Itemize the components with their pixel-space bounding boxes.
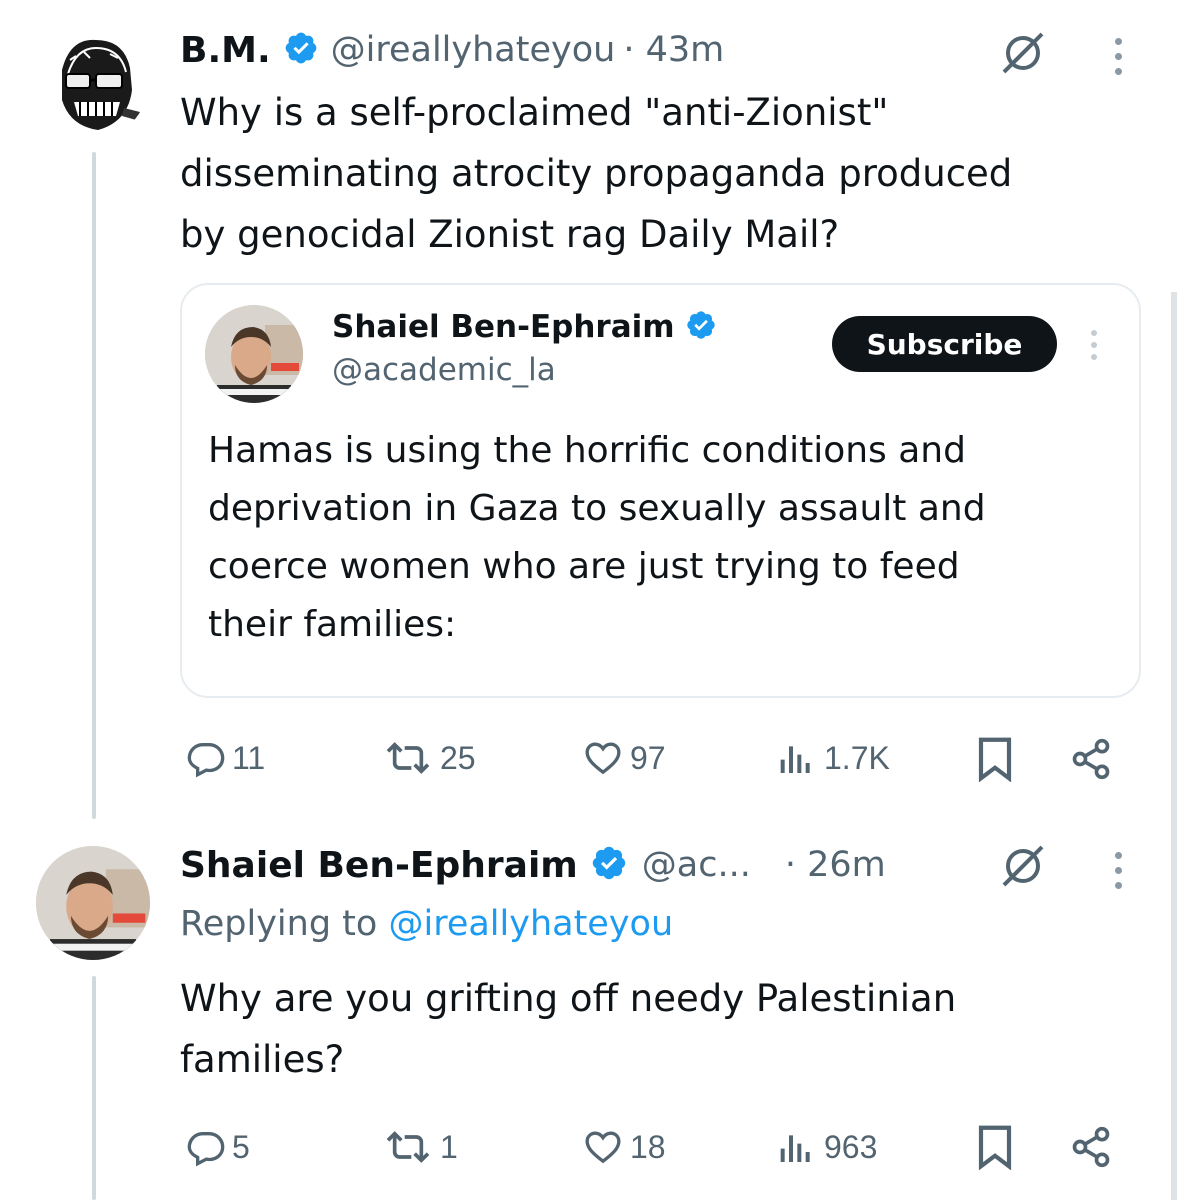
more-icon[interactable] bbox=[1115, 852, 1123, 897]
share-icon bbox=[1072, 1126, 1110, 1168]
views-icon bbox=[780, 1135, 810, 1162]
repost-button[interactable]: 1 bbox=[382, 1127, 458, 1167]
reply-icon bbox=[187, 743, 225, 778]
quote-text-line: coerce women who are just trying to feed bbox=[208, 546, 960, 587]
share-icon bbox=[1072, 738, 1110, 780]
tweet-text-line: Why are you grifting off needy Palestini… bbox=[180, 977, 957, 1020]
avatar-shaiel[interactable] bbox=[36, 846, 150, 960]
views-icon bbox=[780, 746, 810, 773]
views-count: 963 bbox=[824, 1128, 878, 1165]
bookmark-icon bbox=[978, 737, 1012, 782]
subscribe-button[interactable]: Subscribe bbox=[832, 316, 1057, 372]
reply-button[interactable]: 5 bbox=[186, 1127, 250, 1167]
like-icon bbox=[585, 742, 621, 775]
tweet-text: Why is a self-proclaimed "anti-Zionist" … bbox=[180, 82, 1150, 265]
author-handle[interactable]: @ac... bbox=[642, 845, 751, 885]
tweet-text-line: families? bbox=[180, 1038, 345, 1081]
repost-icon bbox=[386, 1131, 430, 1163]
tweet-text-line: by genocidal Zionist rag Daily Mail? bbox=[180, 213, 840, 256]
tweet-text: Why are you grifting off needy Palestini… bbox=[180, 968, 1150, 1090]
verified-badge-icon bbox=[283, 30, 319, 70]
quote-avatar[interactable] bbox=[205, 305, 303, 403]
share-button[interactable] bbox=[1068, 737, 1114, 781]
thread-line bbox=[92, 976, 96, 1200]
reply-button[interactable]: 11 bbox=[186, 738, 265, 778]
timestamp[interactable]: · 26m bbox=[785, 845, 886, 885]
like-button[interactable]: 18 bbox=[582, 1127, 666, 1167]
skull-avatar-image bbox=[42, 32, 146, 136]
like-count: 18 bbox=[630, 1128, 666, 1165]
verified-badge-icon bbox=[590, 844, 628, 886]
grok-icon[interactable] bbox=[998, 28, 1048, 82]
quote-text-line: their families: bbox=[208, 604, 457, 645]
author-name[interactable]: Shaiel Ben-Ephraim bbox=[180, 845, 578, 886]
tweet-text-line: Why is a self-proclaimed "anti-Zionist" bbox=[180, 91, 889, 134]
quote-handle[interactable]: @academic_la bbox=[332, 352, 556, 388]
reply-icon bbox=[187, 1132, 225, 1167]
verified-badge-icon bbox=[685, 309, 717, 345]
quote-header: Shaiel Ben-Ephraim bbox=[332, 306, 717, 348]
replying-to: Replying to @ireallyhateyou bbox=[180, 904, 673, 944]
tweet-header: B.M. @ireallyhateyou · 43m bbox=[180, 24, 724, 76]
quote-text: Hamas is using the horrific conditions a… bbox=[208, 422, 1128, 654]
timestamp[interactable]: · 43m bbox=[623, 30, 724, 70]
like-button[interactable]: 97 bbox=[582, 738, 666, 778]
more-icon[interactable] bbox=[1091, 330, 1099, 368]
repost-count: 1 bbox=[440, 1128, 458, 1165]
thread-line bbox=[92, 152, 96, 819]
quote-author-name[interactable]: Shaiel Ben-Ephraim bbox=[332, 309, 675, 345]
repost-count: 25 bbox=[440, 739, 476, 776]
more-icon[interactable] bbox=[1115, 38, 1123, 83]
repost-icon bbox=[386, 742, 430, 774]
tweet-header: Shaiel Ben-Ephraim @ac... · 26m bbox=[180, 838, 886, 892]
like-icon bbox=[585, 1131, 621, 1164]
replying-to-label: Replying to bbox=[180, 904, 378, 944]
avatar-bm[interactable] bbox=[40, 30, 148, 138]
author-name[interactable]: B.M. bbox=[180, 30, 271, 71]
views-button[interactable]: 1.7K bbox=[774, 738, 890, 778]
bookmark-button[interactable] bbox=[974, 736, 1016, 782]
author-handle[interactable]: @ireallyhateyou bbox=[331, 30, 616, 70]
repost-button[interactable]: 25 bbox=[382, 738, 476, 778]
bookmark-button[interactable] bbox=[974, 1124, 1016, 1170]
views-count: 1.7K bbox=[824, 739, 890, 776]
tweet-text-line: disseminating atrocity propaganda produc… bbox=[180, 152, 1013, 195]
views-button[interactable]: 963 bbox=[774, 1127, 877, 1167]
grok-icon[interactable] bbox=[998, 841, 1048, 895]
quote-text-line: deprivation in Gaza to sexually assault … bbox=[208, 488, 986, 529]
bookmark-icon bbox=[978, 1125, 1012, 1170]
person-avatar-image bbox=[205, 305, 303, 403]
quote-text-line: Hamas is using the horrific conditions a… bbox=[208, 430, 966, 471]
scrollbar[interactable] bbox=[1171, 292, 1177, 1200]
replying-to-handle[interactable]: @ireallyhateyou bbox=[388, 904, 673, 944]
person-avatar-image bbox=[36, 846, 150, 960]
share-button[interactable] bbox=[1068, 1125, 1114, 1169]
like-count: 97 bbox=[630, 739, 666, 776]
reply-count: 11 bbox=[232, 739, 266, 776]
reply-count: 5 bbox=[232, 1128, 250, 1165]
